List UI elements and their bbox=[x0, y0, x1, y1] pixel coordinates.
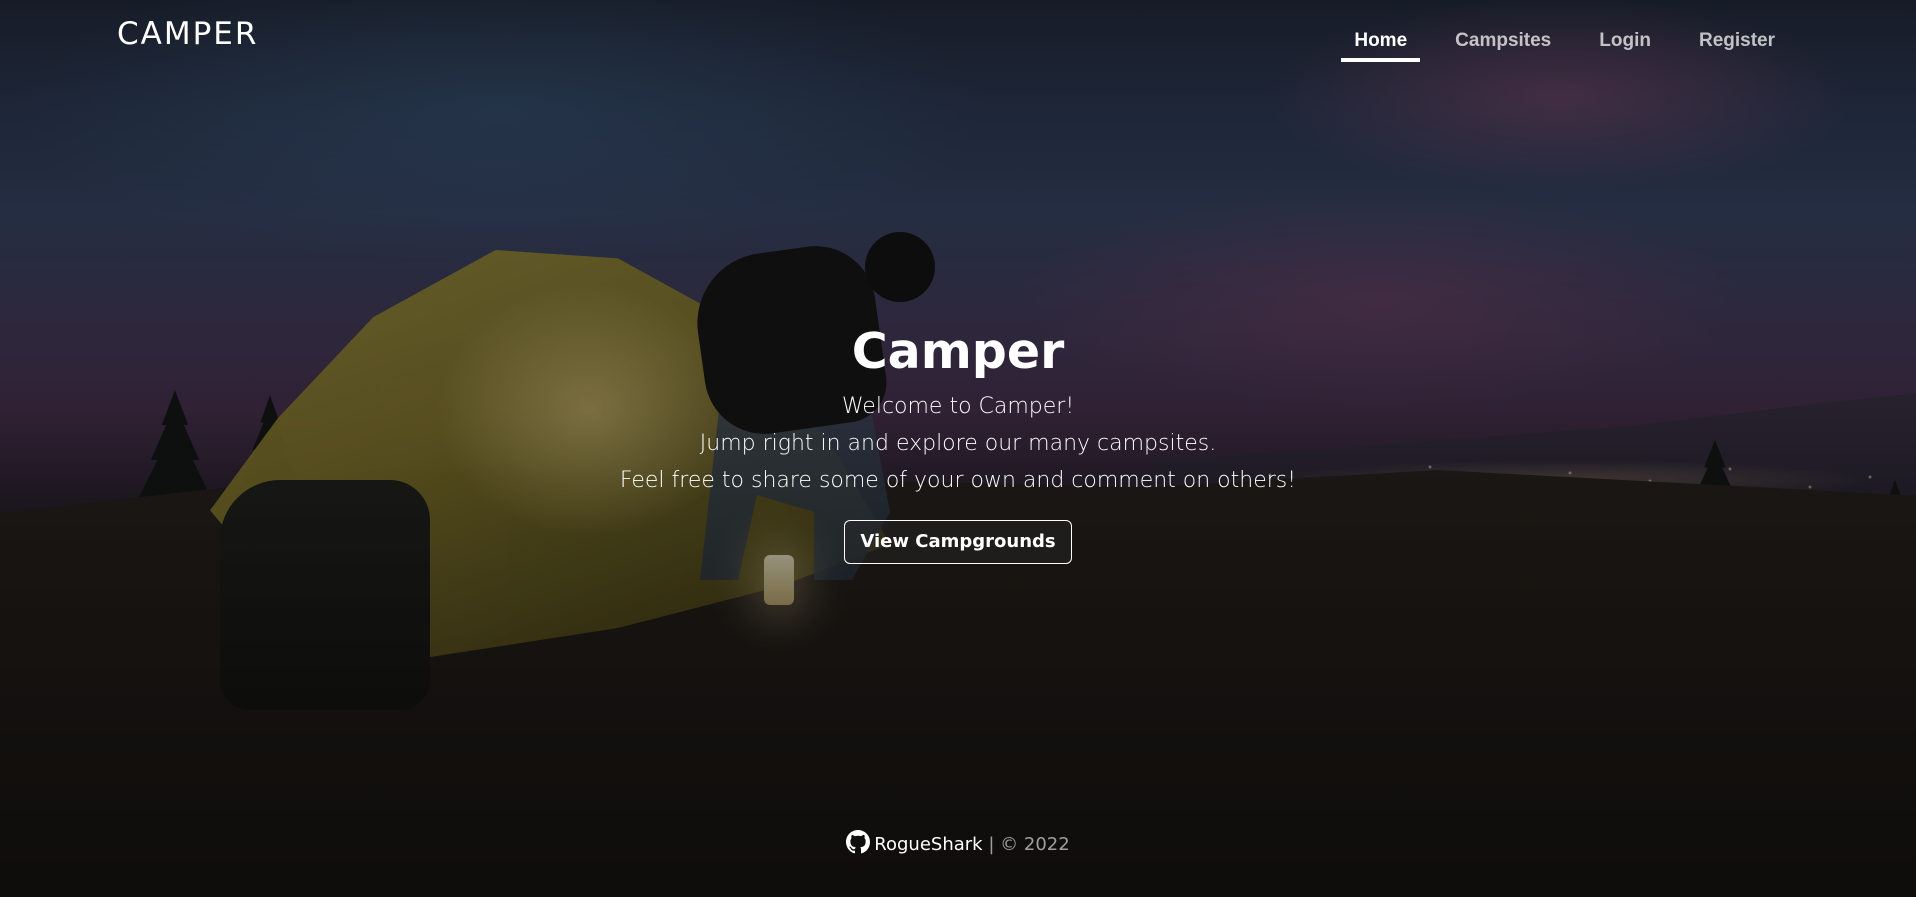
footer-separator: | bbox=[988, 834, 995, 855]
hero-welcome-text: Welcome to Camper! bbox=[841, 394, 1075, 419]
hero-explore-text: Jump right in and explore our many camps… bbox=[699, 431, 1217, 456]
nav-item-home[interactable]: Home bbox=[1341, 22, 1420, 62]
hero-share-text: Feel free to share some of your own and … bbox=[619, 468, 1297, 493]
navbar: CAMPER Home Campsites Login Register bbox=[0, 0, 1916, 78]
footer-copyright: © 2022 bbox=[1000, 834, 1070, 855]
nav-item-campsites[interactable]: Campsites bbox=[1442, 22, 1564, 62]
footer: RogueShark | © 2022 bbox=[0, 830, 1916, 855]
footer-author-link[interactable]: RogueShark bbox=[874, 834, 982, 855]
nav-links: Home Campsites Login Register bbox=[1319, 22, 1788, 62]
view-campgrounds-button[interactable]: View Campgrounds bbox=[844, 520, 1072, 564]
nav-item-login[interactable]: Login bbox=[1586, 22, 1664, 62]
page: CAMPER Home Campsites Login Register Cam… bbox=[0, 0, 1916, 897]
github-icon[interactable] bbox=[846, 830, 871, 854]
nav-item-register[interactable]: Register bbox=[1686, 22, 1788, 62]
brand-logo[interactable]: CAMPER bbox=[117, 16, 258, 52]
hero: Camper Welcome to Camper! Jump right in … bbox=[0, 322, 1916, 564]
hero-title: Camper bbox=[851, 323, 1065, 380]
